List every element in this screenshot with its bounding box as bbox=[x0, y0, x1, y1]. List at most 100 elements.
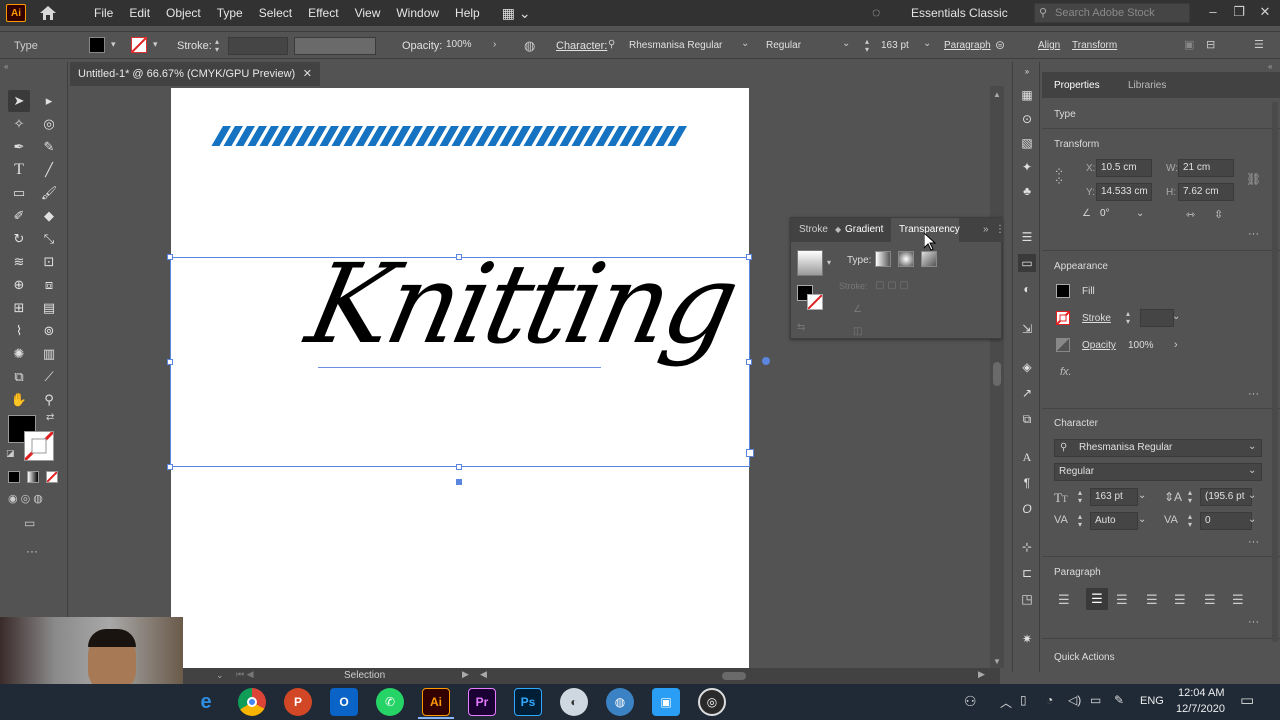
obs-icon[interactable]: ◎ bbox=[698, 688, 726, 716]
handle-bottom-right[interactable] bbox=[746, 449, 754, 457]
outlook-icon[interactable]: O bbox=[330, 688, 358, 716]
network-icon[interactable]: ▯ bbox=[1020, 693, 1027, 707]
arrange-icon[interactable]: ⊟ bbox=[1206, 38, 1215, 51]
stepper-icon[interactable]: ▴ ▾ bbox=[1126, 310, 1130, 326]
notifications-icon[interactable]: ▭ bbox=[1240, 691, 1254, 709]
photoshop-icon[interactable]: Ps bbox=[514, 688, 542, 716]
fx-label[interactable]: fx. bbox=[1060, 366, 1072, 378]
recolor-icon[interactable]: ◍ bbox=[524, 38, 535, 54]
status-menu-icon[interactable]: ▶ bbox=[462, 669, 469, 680]
menu-help[interactable]: Help bbox=[447, 0, 488, 26]
swap-colors-icon[interactable]: ⇄ bbox=[46, 412, 54, 423]
height-field[interactable]: 7.62 cm bbox=[1178, 183, 1234, 201]
line-tool-icon[interactable]: ╱ bbox=[38, 159, 60, 181]
transparency-panel-icon[interactable]: ◐ bbox=[1018, 280, 1036, 298]
width-field[interactable]: 21 cm bbox=[1178, 159, 1234, 177]
justify-left-icon[interactable]: ☰ bbox=[1146, 592, 1158, 608]
stepper-icon[interactable]: ▴ ▾ bbox=[1188, 489, 1192, 505]
asset-export-icon[interactable]: ⧉ bbox=[1018, 410, 1036, 428]
scroll-right-icon[interactable]: ▶ bbox=[978, 669, 985, 680]
stroke-weight-field[interactable] bbox=[228, 37, 288, 55]
stroke-swatch[interactable] bbox=[807, 294, 823, 310]
chevron-right-icon[interactable]: › bbox=[1174, 339, 1178, 351]
transform-panel-icon[interactable]: ⊹ bbox=[1018, 538, 1036, 556]
chevron-down-icon[interactable]: ⌄ bbox=[1248, 441, 1256, 452]
horizontal-scrollbar-thumb[interactable] bbox=[722, 672, 746, 680]
artboard-nav-icon[interactable]: ⏮ ◀ bbox=[236, 669, 254, 680]
variable-width-profile[interactable] bbox=[294, 37, 376, 55]
flip-vertical-icon[interactable]: ⇳ bbox=[1214, 208, 1223, 221]
handle-top-right[interactable] bbox=[746, 254, 752, 260]
chevron-down-icon[interactable]: ⌄ bbox=[1248, 490, 1256, 501]
handle-top-center[interactable] bbox=[456, 254, 462, 260]
canvas-area[interactable]: Knitting ▲ ▼ bbox=[70, 86, 1006, 668]
default-colors-icon[interactable]: ◪ bbox=[6, 448, 15, 459]
handle-mid-left[interactable] bbox=[167, 359, 173, 365]
scale-tool-icon[interactable]: ⤡ bbox=[38, 228, 60, 250]
opentype-panel-icon[interactable]: O bbox=[1018, 500, 1036, 518]
chevron-down-icon[interactable]: ⌄ bbox=[741, 38, 749, 49]
font-size-field[interactable]: 163 pt bbox=[1090, 488, 1138, 506]
free-transform-tool-icon[interactable]: ⊡ bbox=[38, 251, 60, 273]
menu-effect[interactable]: Effect bbox=[300, 0, 346, 26]
stroke-weight-field[interactable] bbox=[1140, 309, 1174, 327]
handle-top-left[interactable] bbox=[167, 254, 173, 260]
lasso-tool-icon[interactable]: ◎ bbox=[38, 113, 60, 135]
chevron-down-icon[interactable]: ⌄ bbox=[923, 38, 931, 49]
stepper-icon[interactable]: ▴ ▾ bbox=[865, 38, 869, 54]
artboard-tool-icon[interactable]: ⧉ bbox=[8, 366, 30, 388]
chrome-icon[interactable] bbox=[238, 688, 266, 716]
show-hidden-icons[interactable]: ︿ bbox=[1000, 694, 1012, 711]
linear-gradient-icon[interactable] bbox=[875, 251, 891, 267]
paragraph-align-icon[interactable]: ⊜ bbox=[995, 38, 1005, 52]
tab-stroke[interactable]: Stroke bbox=[799, 218, 828, 242]
screen-mode-icon[interactable]: ▭ bbox=[24, 516, 35, 530]
clock-time[interactable]: 12:04 AM bbox=[1178, 687, 1224, 699]
slice-tool-icon[interactable]: ⟋ bbox=[38, 366, 60, 388]
panel-menu-icon[interactable]: ☰ bbox=[1254, 38, 1264, 51]
justify-all-icon[interactable]: ☰ bbox=[1232, 592, 1244, 608]
gradient-preview-swatch[interactable] bbox=[797, 250, 823, 276]
selection-bounding-box[interactable] bbox=[170, 257, 750, 467]
collapse-arrows-icon[interactable]: « bbox=[4, 62, 8, 71]
isolate-icon[interactable]: ▣ bbox=[1184, 38, 1194, 51]
mesh-tool-icon[interactable]: ⊞ bbox=[8, 297, 30, 319]
gradient-mode-icon[interactable] bbox=[27, 471, 39, 483]
menu-file[interactable]: File bbox=[86, 0, 121, 26]
font-style-field[interactable]: Regular bbox=[766, 32, 801, 60]
premiere-icon[interactable]: Pr bbox=[468, 688, 496, 716]
character-panel-icon[interactable]: A bbox=[1018, 448, 1036, 466]
opacity-label[interactable]: Opacity bbox=[1082, 340, 1116, 351]
wifi-icon[interactable]: ◔ bbox=[1046, 693, 1053, 707]
whatsapp-icon[interactable]: ✆ bbox=[376, 688, 404, 716]
scroll-up-icon[interactable]: ▲ bbox=[990, 90, 1004, 99]
direct-selection-tool-icon[interactable]: ▸ bbox=[38, 90, 60, 112]
gradient-tool-icon[interactable]: ▤ bbox=[38, 297, 60, 319]
menu-window[interactable]: Window bbox=[388, 0, 447, 26]
pathfinder-panel-icon[interactable]: ◳ bbox=[1018, 590, 1036, 608]
search-stock-input[interactable]: Search Adobe Stock bbox=[1034, 3, 1190, 23]
column-graph-tool-icon[interactable]: ▥ bbox=[38, 343, 60, 365]
image-trace-icon[interactable]: ⊙ bbox=[1018, 110, 1036, 128]
menu-view[interactable]: View bbox=[347, 0, 389, 26]
home-icon[interactable] bbox=[38, 3, 58, 23]
chevron-down-icon[interactable]: ▾ bbox=[153, 39, 158, 50]
chevron-down-icon[interactable]: ⌄ bbox=[1138, 514, 1146, 525]
radial-gradient-icon[interactable] bbox=[898, 251, 914, 267]
text-out-port[interactable] bbox=[456, 479, 462, 485]
export-icon[interactable]: ⇲ bbox=[1018, 320, 1036, 338]
zoom-tool-icon[interactable]: ⚲ bbox=[38, 389, 60, 411]
appearance-fill-swatch[interactable] bbox=[1056, 284, 1070, 298]
font-style-field[interactable]: Regular bbox=[1054, 463, 1262, 481]
curvature-tool-icon[interactable]: ✎ bbox=[38, 136, 60, 158]
eyedropper-tool-icon[interactable]: ⌇ bbox=[8, 320, 30, 342]
fill-swatch[interactable] bbox=[89, 37, 105, 53]
font-family-field[interactable]: Rhesmanisa Regular bbox=[1054, 439, 1262, 457]
font-name-field[interactable]: Rhesmanisa Regular bbox=[629, 32, 722, 60]
justify-right-icon[interactable]: ☰ bbox=[1204, 592, 1216, 608]
layers-panel-icon[interactable]: ◈ bbox=[1018, 358, 1036, 376]
link-proportions-icon[interactable]: ⛓ bbox=[1246, 172, 1261, 186]
handle-bottom-center[interactable] bbox=[456, 464, 462, 470]
language-indicator[interactable]: ENG bbox=[1140, 695, 1164, 707]
text-port-handle[interactable] bbox=[762, 357, 770, 365]
